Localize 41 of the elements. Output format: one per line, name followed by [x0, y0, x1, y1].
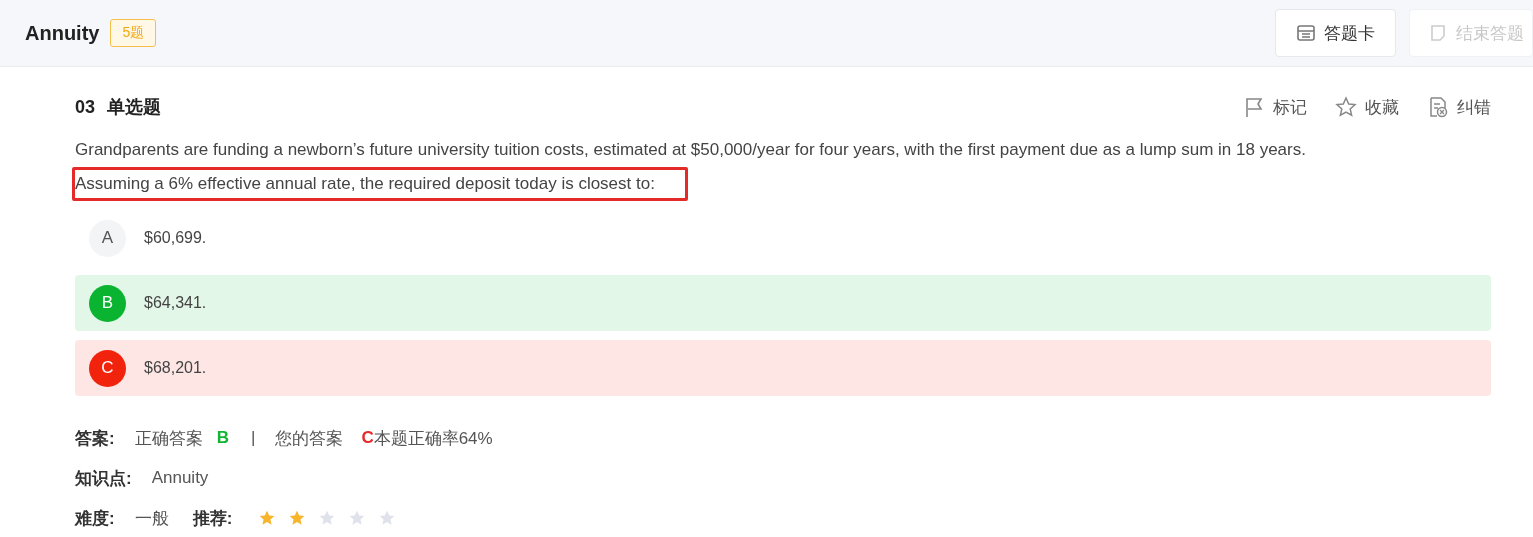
page-title: Annuity	[25, 21, 100, 45]
separator: |	[250, 428, 256, 448]
answer-label: 答案:	[75, 427, 115, 450]
star-icon	[288, 509, 307, 527]
favorite-button[interactable]: 收藏	[1335, 95, 1399, 119]
star-icon	[378, 509, 397, 527]
correct-rate: 本题正确率64%	[373, 427, 493, 450]
star-icon	[258, 509, 277, 527]
mark-button[interactable]: 标记	[1243, 95, 1307, 119]
option-letter: B	[89, 284, 126, 322]
your-answer-label: 您的答案	[275, 427, 344, 450]
option-text: $60,699.	[144, 229, 207, 247]
count-badge: 5题	[110, 19, 157, 47]
star-icon	[318, 509, 337, 527]
difficulty-label: 难度:	[75, 507, 115, 530]
recommend-label: 推荐:	[192, 507, 233, 530]
option-letter: A	[89, 219, 126, 257]
report-error-button[interactable]: 纠错	[1427, 95, 1491, 119]
your-answer: C	[361, 428, 374, 448]
difficulty-value: 一般	[134, 507, 169, 530]
option-text: $64,341.	[144, 294, 207, 312]
knowledge-value: Annuity	[151, 468, 209, 488]
flag-icon	[1243, 96, 1265, 118]
question-text: Assuming a 6% effective annual rate, the required deposit today is closest to:	[72, 167, 688, 201]
option-letter: C	[89, 349, 126, 387]
question-number: 03	[75, 96, 96, 118]
card-icon	[1296, 23, 1316, 43]
correct-answer-label: 正确答案	[134, 427, 203, 450]
answer-option[interactable]: A $60,699.	[75, 210, 1491, 266]
option-text: $68,201.	[144, 359, 207, 377]
document-icon	[1427, 96, 1449, 118]
star-icon	[1335, 96, 1357, 118]
answer-option[interactable]: B $64,341.	[75, 275, 1491, 331]
question-type: 单选题	[107, 96, 162, 119]
knowledge-label: 知识点:	[75, 467, 132, 490]
note-icon	[1428, 23, 1448, 43]
star-icon	[348, 509, 367, 527]
answer-card-button[interactable]: 答题卡	[1275, 9, 1396, 57]
correct-answer: B	[216, 428, 229, 448]
answer-option[interactable]: C $68,201.	[75, 340, 1491, 396]
question-text: Grandparents are funding a newborn’s future university tuition costs, estimated at $50,000/year for four years, with the first payment due as a lump sum in 18 years.	[74, 139, 1307, 161]
